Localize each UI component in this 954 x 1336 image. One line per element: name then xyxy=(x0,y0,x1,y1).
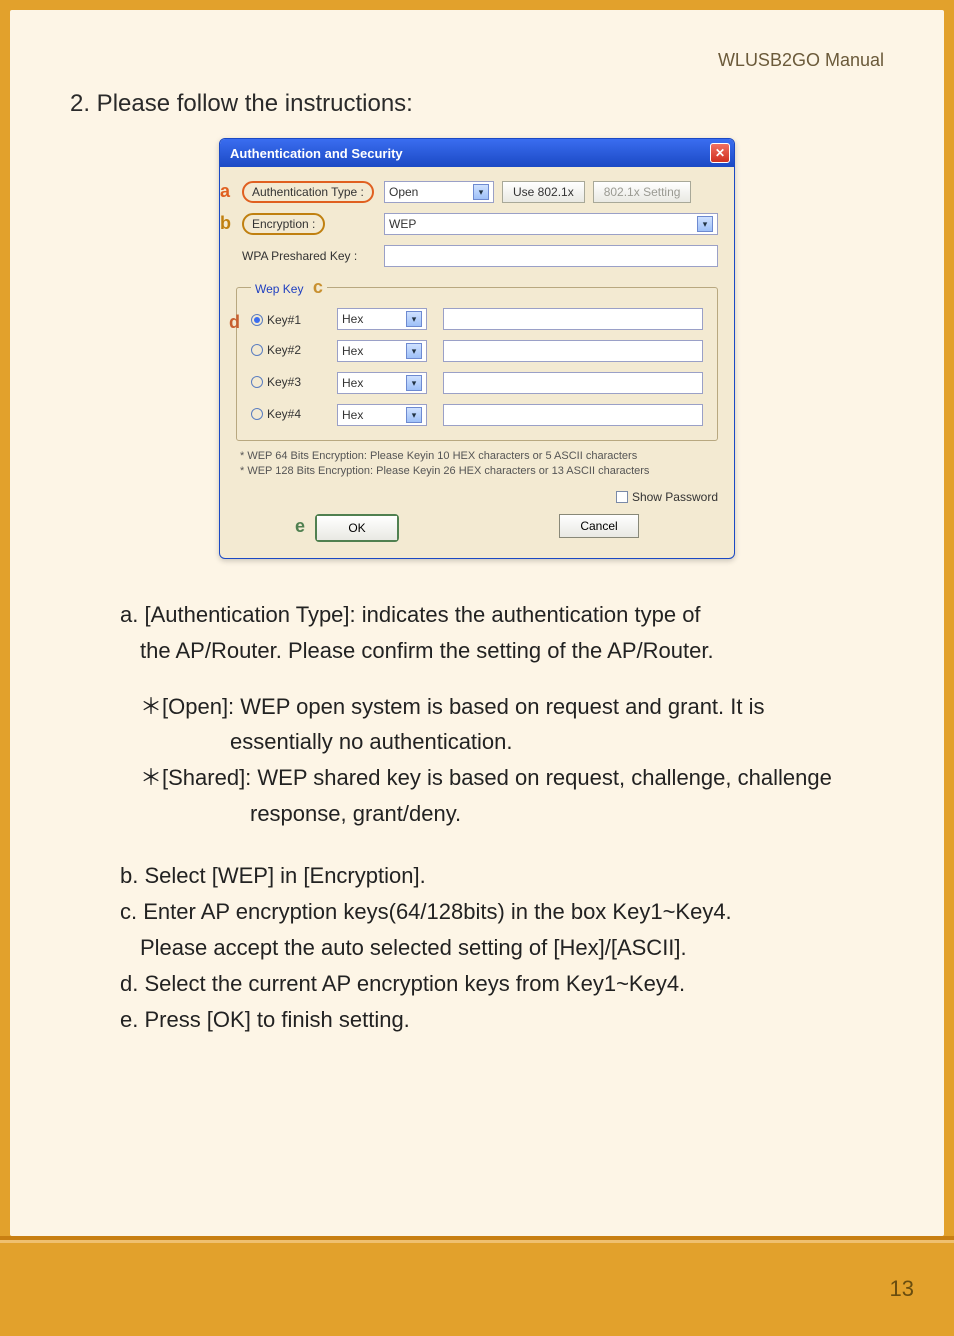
auth-security-dialog: Authentication and Security ✕ a Authenti… xyxy=(219,138,735,559)
item-shared: ＊[Shared]: WEP shared key is based on re… xyxy=(70,762,884,794)
ok-button[interactable]: OK xyxy=(317,516,397,540)
callout-a: a xyxy=(220,181,230,201)
section-title: 2. Please follow the instructions: xyxy=(70,90,884,118)
dialog-title: Authentication and Security xyxy=(230,146,403,161)
chevron-down-icon: ▾ xyxy=(406,407,422,423)
key4-radio[interactable]: Key#4 xyxy=(251,407,301,421)
header-manual-name: WLUSB2GO Manual xyxy=(718,50,884,71)
item-c: c. Enter AP encryption keys(64/128bits) … xyxy=(70,896,884,928)
callout-b: b xyxy=(220,213,231,233)
footer-bar: 13 xyxy=(0,1236,954,1336)
wep-key-group: Wep Key c d Key#1 Hex▾ Key#2 xyxy=(236,277,718,441)
key4-label: Key#4 xyxy=(267,407,301,421)
key1-format-combo[interactable]: Hex▾ xyxy=(337,308,427,330)
manual-page: WLUSB2GO Manual 2. Please follow the ins… xyxy=(10,10,944,1236)
key1-input[interactable] xyxy=(443,308,703,330)
wpa-key-input[interactable] xyxy=(384,245,718,267)
page-number: 13 xyxy=(890,1276,914,1302)
key1-radio[interactable]: Key#1 xyxy=(251,313,301,327)
wep-legend: Wep Key c xyxy=(251,277,327,298)
cancel-button[interactable]: Cancel xyxy=(559,514,639,538)
chevron-down-icon: ▾ xyxy=(406,343,422,359)
encryption-label: Encryption : xyxy=(242,213,325,235)
close-icon[interactable]: ✕ xyxy=(710,143,730,163)
key2-label: Key#2 xyxy=(267,343,301,357)
auth-type-label: Authentication Type : xyxy=(242,181,374,203)
wpa-key-label: WPA Preshared Key : xyxy=(236,249,376,263)
key1-label: Key#1 xyxy=(267,313,301,327)
explanation-text: a. [Authentication Type]: indicates the … xyxy=(70,599,884,1036)
key4-format-combo[interactable]: Hex▾ xyxy=(337,404,427,426)
auth-type-value: Open xyxy=(389,185,418,199)
use-8021x-button[interactable]: Use 802.1x xyxy=(502,181,585,203)
key2-format-combo[interactable]: Hex▾ xyxy=(337,340,427,362)
encryption-combo[interactable]: WEP ▾ xyxy=(384,213,718,235)
item-e: e. Press [OK] to finish setting. xyxy=(70,1004,884,1036)
chevron-down-icon: ▾ xyxy=(697,216,713,232)
key2-radio[interactable]: Key#2 xyxy=(251,343,301,357)
key3-radio[interactable]: Key#3 xyxy=(251,375,301,389)
item-open: ＊[Open]: WEP open system is based on req… xyxy=(70,691,884,723)
item-a: a. [Authentication Type]: indicates the … xyxy=(70,599,884,631)
show-password-checkbox[interactable] xyxy=(616,491,628,503)
chevron-down-icon: ▾ xyxy=(406,311,422,327)
show-password-row: Show Password xyxy=(236,490,718,504)
auth-type-combo[interactable]: Open ▾ xyxy=(384,181,494,203)
item-d: d. Select the current AP encryption keys… xyxy=(70,968,884,1000)
callout-d: d xyxy=(229,312,240,333)
8021x-setting-button: 802.1x Setting xyxy=(593,181,692,203)
dialog-titlebar: Authentication and Security ✕ xyxy=(220,139,734,167)
item-b: b. Select [WEP] in [Encryption]. xyxy=(70,860,884,892)
key3-input[interactable] xyxy=(443,372,703,394)
key3-label: Key#3 xyxy=(267,375,301,389)
callout-e: e xyxy=(295,516,305,537)
key4-input[interactable] xyxy=(443,404,703,426)
chevron-down-icon: ▾ xyxy=(473,184,489,200)
wep-hint: * WEP 64 Bits Encryption: Please Keyin 1… xyxy=(240,449,714,480)
encryption-value: WEP xyxy=(389,217,416,231)
key2-input[interactable] xyxy=(443,340,703,362)
callout-c: c xyxy=(313,277,323,297)
chevron-down-icon: ▾ xyxy=(406,375,422,391)
key3-format-combo[interactable]: Hex▾ xyxy=(337,372,427,394)
show-password-label: Show Password xyxy=(632,490,718,504)
